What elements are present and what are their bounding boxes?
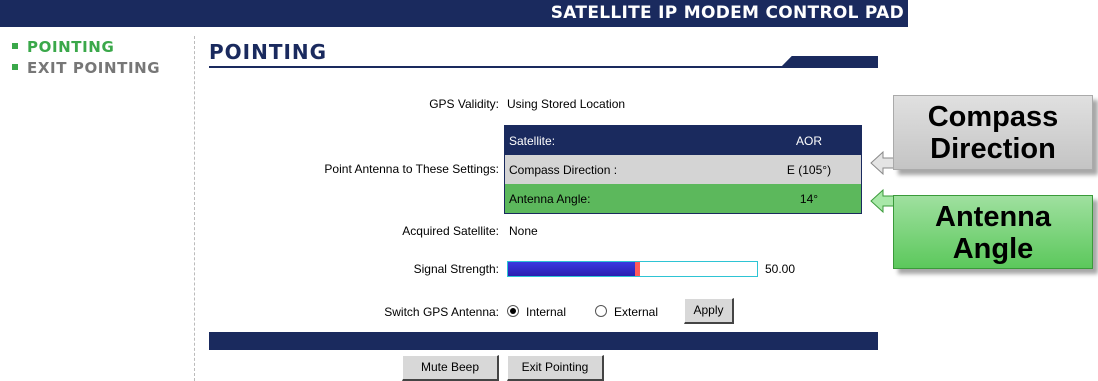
satellite-value: AOR <box>795 133 822 148</box>
exit-pointing-button[interactable]: Exit Pointing <box>507 355 604 381</box>
signal-strength-value: 50.00 <box>765 262 796 276</box>
sidebar-item-label: EXIT POINTING <box>27 59 161 77</box>
acquired-satellite-value: None <box>509 224 538 238</box>
signal-strength-peak <box>635 262 640 276</box>
callout-line: Direction <box>930 133 1056 165</box>
callout-line: Antenna <box>935 201 1051 233</box>
callout-line: Compass <box>927 101 1059 133</box>
bullet-icon <box>12 63 18 70</box>
switch-gps-antenna-label: Switch GPS Antenna: <box>384 305 499 319</box>
signal-strength-fill <box>508 262 635 276</box>
compass-direction-label: Compass Direction : <box>509 162 618 177</box>
acquired-satellite-label: Acquired Satellite: <box>402 224 499 238</box>
table-row-antenna-angle: Antenna Angle: 14° <box>505 184 861 213</box>
table-row-satellite: Satellite: AOR <box>505 126 861 155</box>
radio-external-label: External <box>614 305 659 319</box>
bullet-icon <box>12 42 18 49</box>
header-bar: SATELLITE IP MODEM CONTROL PAD <box>0 0 908 27</box>
radio-internal[interactable] <box>507 305 519 317</box>
title-underline <box>209 66 878 68</box>
signal-strength-label: Signal Strength: <box>413 262 499 276</box>
sidebar-item-exit-pointing[interactable]: EXIT POINTING <box>12 58 182 79</box>
gps-validity-label: GPS Validity: <box>429 97 499 111</box>
page-title: POINTING <box>209 40 328 64</box>
antenna-angle-label: Antenna Angle: <box>509 191 591 206</box>
sidebar-nav: POINTING EXIT POINTING <box>12 37 182 79</box>
satellite-label: Satellite: <box>509 133 556 148</box>
antenna-settings-table: Satellite: AOR Compass Direction : E (10… <box>504 125 862 214</box>
sidebar-item-label: POINTING <box>27 38 115 56</box>
callout-line: Angle <box>952 233 1034 265</box>
gps-validity-value: Using Stored Location <box>507 97 626 111</box>
sidebar-divider <box>194 36 195 381</box>
mute-beep-button[interactable]: Mute Beep <box>402 355 499 381</box>
antenna-angle-callout: Antenna Angle <box>893 195 1093 269</box>
antenna-angle-value: 14° <box>799 191 819 206</box>
point-antenna-label: Point Antenna to These Settings: <box>324 162 499 176</box>
radio-external[interactable] <box>595 305 607 317</box>
radio-internal-label: Internal <box>526 305 567 319</box>
bottom-bar <box>209 332 878 350</box>
table-row-compass-direction: Compass Direction : E (105°) <box>505 155 861 184</box>
compass-direction-value: E (105°) <box>786 162 832 177</box>
signal-strength-meter <box>507 261 758 277</box>
compass-direction-callout: Compass Direction <box>893 95 1093 170</box>
sidebar-item-pointing[interactable]: POINTING <box>12 37 182 58</box>
apply-button[interactable]: Apply <box>684 298 734 324</box>
app-title: SATELLITE IP MODEM CONTROL PAD <box>550 3 904 23</box>
title-underline-tab <box>780 56 878 68</box>
